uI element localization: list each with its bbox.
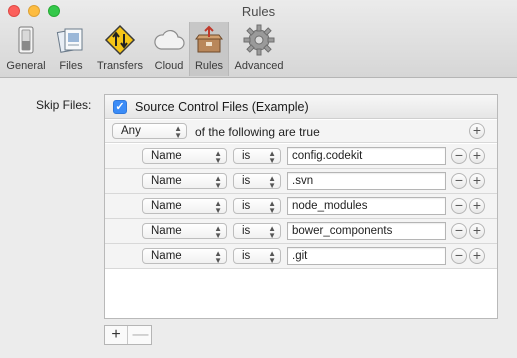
chevron-updown-icon: ▲ ▼ [214,249,222,265]
rule-field-select[interactable]: Name ▲ ▼ [142,173,227,190]
plus-icon: + [472,172,482,188]
preferences-window: Rules General Files Transfers Cloud Rule… [0,0,517,358]
toolbar-item-transfers[interactable]: Transfers [92,22,148,76]
add-rule-set-button[interactable]: + [105,326,128,344]
rule-row: Name ▲ ▼ is ▲ ▼ .svn − + [105,169,497,194]
rule-field-select[interactable]: Name ▲ ▼ [142,248,227,265]
cloud-icon [154,29,185,50]
plus-icon: + [472,122,482,138]
add-rule-button[interactable]: + [469,198,485,214]
rule-operator-value: is [242,200,251,212]
rule-set-name: Source Control Files (Example) [135,100,309,114]
minus-icon: — [132,326,149,343]
rule-operator-value: is [242,175,251,187]
toolbar-label-transfers: Transfers [96,60,144,72]
minus-icon: − [454,247,464,263]
rule-value-field[interactable]: .svn [287,172,446,190]
general-switch-icon [18,26,34,54]
match-mode-suffix: of the following are true [195,125,320,139]
chevron-updown-icon: ▲ ▼ [268,249,276,265]
rule-field-value: Name [151,225,182,237]
chevron-updown-icon: ▲ ▼ [214,199,222,215]
remove-rule-button[interactable]: − [451,173,467,189]
rule-field-select[interactable]: Name ▲ ▼ [142,198,227,215]
rule-row: Name ▲ ▼ is ▲ ▼ node_modules − + [105,194,497,219]
rule-operator-select[interactable]: is ▲ ▼ [233,248,281,265]
toolbar-label-cloud: Cloud [154,60,184,72]
plus-icon: + [472,247,482,263]
remove-rule-button[interactable]: − [451,198,467,214]
chevron-updown-icon: ▲ ▼ [268,149,276,165]
add-rule-button[interactable]: + [469,248,485,264]
rule-set-checkbox[interactable]: ✓ [113,100,127,114]
remove-rule-set-button[interactable]: — [129,326,152,344]
rule-operator-select[interactable]: is ▲ ▼ [233,198,281,215]
toolbar-label-files: Files [59,60,83,72]
minus-icon: − [454,172,464,188]
toolbar-label-general: General [6,60,46,72]
toolbar-item-general[interactable]: General [2,22,50,76]
remove-rule-button[interactable]: − [451,223,467,239]
rule-field-value: Name [151,175,182,187]
skip-files-panel: ✓ Source Control Files (Example) Any ▲ ▼ … [104,94,498,319]
match-mode-row: Any ▲ ▼ of the following are true + [105,120,497,143]
chevron-updown-icon: ▲ ▼ [214,149,222,165]
remove-rule-button[interactable]: − [451,148,467,164]
toolbar-item-advanced[interactable]: Advanced [231,22,287,76]
rules-box-icon [195,25,223,53]
rule-row: Name ▲ ▼ is ▲ ▼ .git − + [105,244,497,269]
rule-operator-select[interactable]: is ▲ ▼ [233,148,281,165]
match-mode-value: Any [121,125,141,137]
toolbar: Rules General Files Transfers Cloud Rule… [0,0,517,78]
rule-value-field[interactable]: bower_components [287,222,446,240]
chevron-updown-icon: ▲ ▼ [214,224,222,240]
transfers-sign-icon [104,24,136,56]
add-rule-button[interactable]: + [469,223,485,239]
rule-row: Name ▲ ▼ is ▲ ▼ bower_components − + [105,219,497,244]
plus-icon: + [472,147,482,163]
toolbar-item-files[interactable]: Files [52,22,90,76]
skip-files-label: Skip Files: [36,98,92,112]
rule-set-buttons: + — [104,325,152,345]
rule-value-field[interactable]: node_modules [287,197,446,215]
plus-icon: + [111,326,121,343]
rule-operator-value: is [242,250,251,262]
toolbar-item-cloud[interactable]: Cloud [150,22,188,76]
chevron-updown-icon: ▲ ▼ [174,124,182,140]
window-title: Rules [241,4,276,19]
files-icon [56,28,83,53]
rule-field-value: Name [151,150,182,162]
match-mode-select[interactable]: Any ▲ ▼ [112,123,187,140]
toolbar-label-rules: Rules [194,60,224,72]
rule-operator-select[interactable]: is ▲ ▼ [233,173,281,190]
toolbar-item-rules[interactable]: Rules [189,22,229,76]
rule-value-field[interactable]: .git [287,247,446,265]
rule-field-value: Name [151,250,182,262]
add-rule-button[interactable]: + [469,173,485,189]
rule-field-select[interactable]: Name ▲ ▼ [142,223,227,240]
gear-icon [243,24,275,56]
rule-operator-value: is [242,150,251,162]
rule-row: Name ▲ ▼ is ▲ ▼ config.codekit − + [105,144,497,169]
remove-rule-button[interactable]: − [451,248,467,264]
chevron-updown-icon: ▲ ▼ [214,174,222,190]
plus-icon: + [472,222,482,238]
add-group-button[interactable]: + [469,123,485,139]
minus-icon: − [454,222,464,238]
rule-set-header: ✓ Source Control Files (Example) [105,95,497,119]
chevron-updown-icon: ▲ ▼ [268,224,276,240]
plus-icon: + [472,197,482,213]
rule-field-value: Name [151,200,182,212]
add-rule-button[interactable]: + [469,148,485,164]
minus-icon: − [454,197,464,213]
minus-icon: − [454,147,464,163]
rule-operator-value: is [242,225,251,237]
chevron-updown-icon: ▲ ▼ [268,199,276,215]
chevron-updown-icon: ▲ ▼ [268,174,276,190]
rule-field-select[interactable]: Name ▲ ▼ [142,148,227,165]
toolbar-label-advanced: Advanced [234,60,284,72]
rule-operator-select[interactable]: is ▲ ▼ [233,223,281,240]
rule-value-field[interactable]: config.codekit [287,147,446,165]
